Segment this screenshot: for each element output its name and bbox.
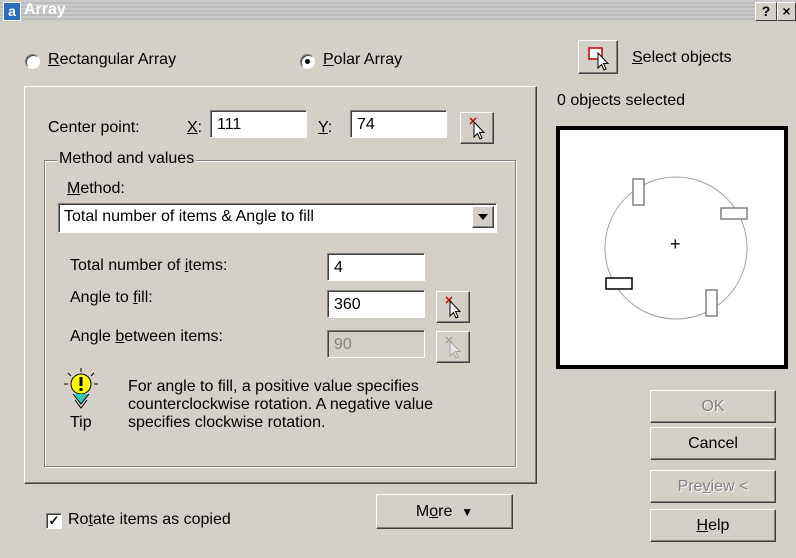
total-items-input[interactable]: 4 xyxy=(327,253,425,281)
more-button[interactable]: More ▼ xyxy=(376,494,513,529)
title-bar[interactable] xyxy=(0,0,796,22)
preview-button: Preview < xyxy=(650,470,776,503)
center-x-label: X: xyxy=(187,119,203,136)
total-items-label: Total number of items: xyxy=(70,257,228,274)
method-values-legend: Method and values xyxy=(57,150,197,168)
close-button[interactable]: × xyxy=(777,2,796,21)
rotate-items-label[interactable]: Rotate items as copied xyxy=(68,511,231,529)
preview-frame: + xyxy=(556,126,788,369)
help-title-button[interactable]: ? xyxy=(755,2,777,21)
preview-canvas: + xyxy=(560,130,784,365)
angle-between-label: Angle between items: xyxy=(70,328,223,345)
pick-point-icon xyxy=(445,296,462,319)
tip-text: For angle to fill, a positive value spec… xyxy=(128,378,434,431)
angle-to-fill-input[interactable]: 360 xyxy=(327,290,425,318)
rotate-items-checkbox[interactable]: ✓ xyxy=(46,513,62,529)
pick-angle-to-fill-button[interactable] xyxy=(436,291,470,323)
cancel-button[interactable]: Cancel xyxy=(650,427,776,460)
select-objects-icon xyxy=(588,47,610,71)
preview-center-marker: + xyxy=(670,234,681,254)
rectangular-array-radio[interactable] xyxy=(25,54,40,69)
window-title: Array xyxy=(24,1,66,18)
angle-to-fill-label: Angle to fill: xyxy=(70,289,153,306)
method-dropdown-button[interactable] xyxy=(472,206,494,228)
rectangular-array-label[interactable]: Rectangular Array xyxy=(48,51,176,69)
center-y-input[interactable]: 74 xyxy=(350,110,447,138)
method-dropdown-value: Total number of items & Angle to fill xyxy=(64,208,314,225)
angle-between-input: 90 xyxy=(327,330,425,358)
pick-angle-between-button xyxy=(436,331,470,363)
select-objects-button[interactable] xyxy=(578,40,618,74)
pick-point-icon xyxy=(469,117,486,140)
method-label: Method: xyxy=(67,180,125,197)
select-objects-label[interactable]: Select objects xyxy=(632,49,732,67)
tip-bulb-icon xyxy=(63,367,99,418)
polar-array-radio-dot xyxy=(305,59,310,64)
ok-button: OK xyxy=(650,390,776,423)
center-y-label: Y: xyxy=(318,119,333,136)
tip-label: Tip xyxy=(70,414,92,431)
app-icon: a xyxy=(3,2,21,21)
center-x-input[interactable]: 111 xyxy=(210,110,307,138)
more-arrow-icon: ▼ xyxy=(461,505,474,519)
help-button[interactable]: Help xyxy=(650,509,776,542)
center-point-label: Center point: xyxy=(48,119,140,136)
method-dropdown[interactable]: Total number of items & Angle to fill xyxy=(58,203,497,233)
polar-array-label[interactable]: Polar Array xyxy=(323,51,402,69)
pick-point-disabled-icon xyxy=(445,336,462,359)
chevron-down-icon xyxy=(478,214,488,220)
objects-selected-status: 0 objects selected xyxy=(557,92,686,109)
polar-array-radio[interactable] xyxy=(300,54,315,69)
pick-center-point-button[interactable] xyxy=(460,112,494,144)
